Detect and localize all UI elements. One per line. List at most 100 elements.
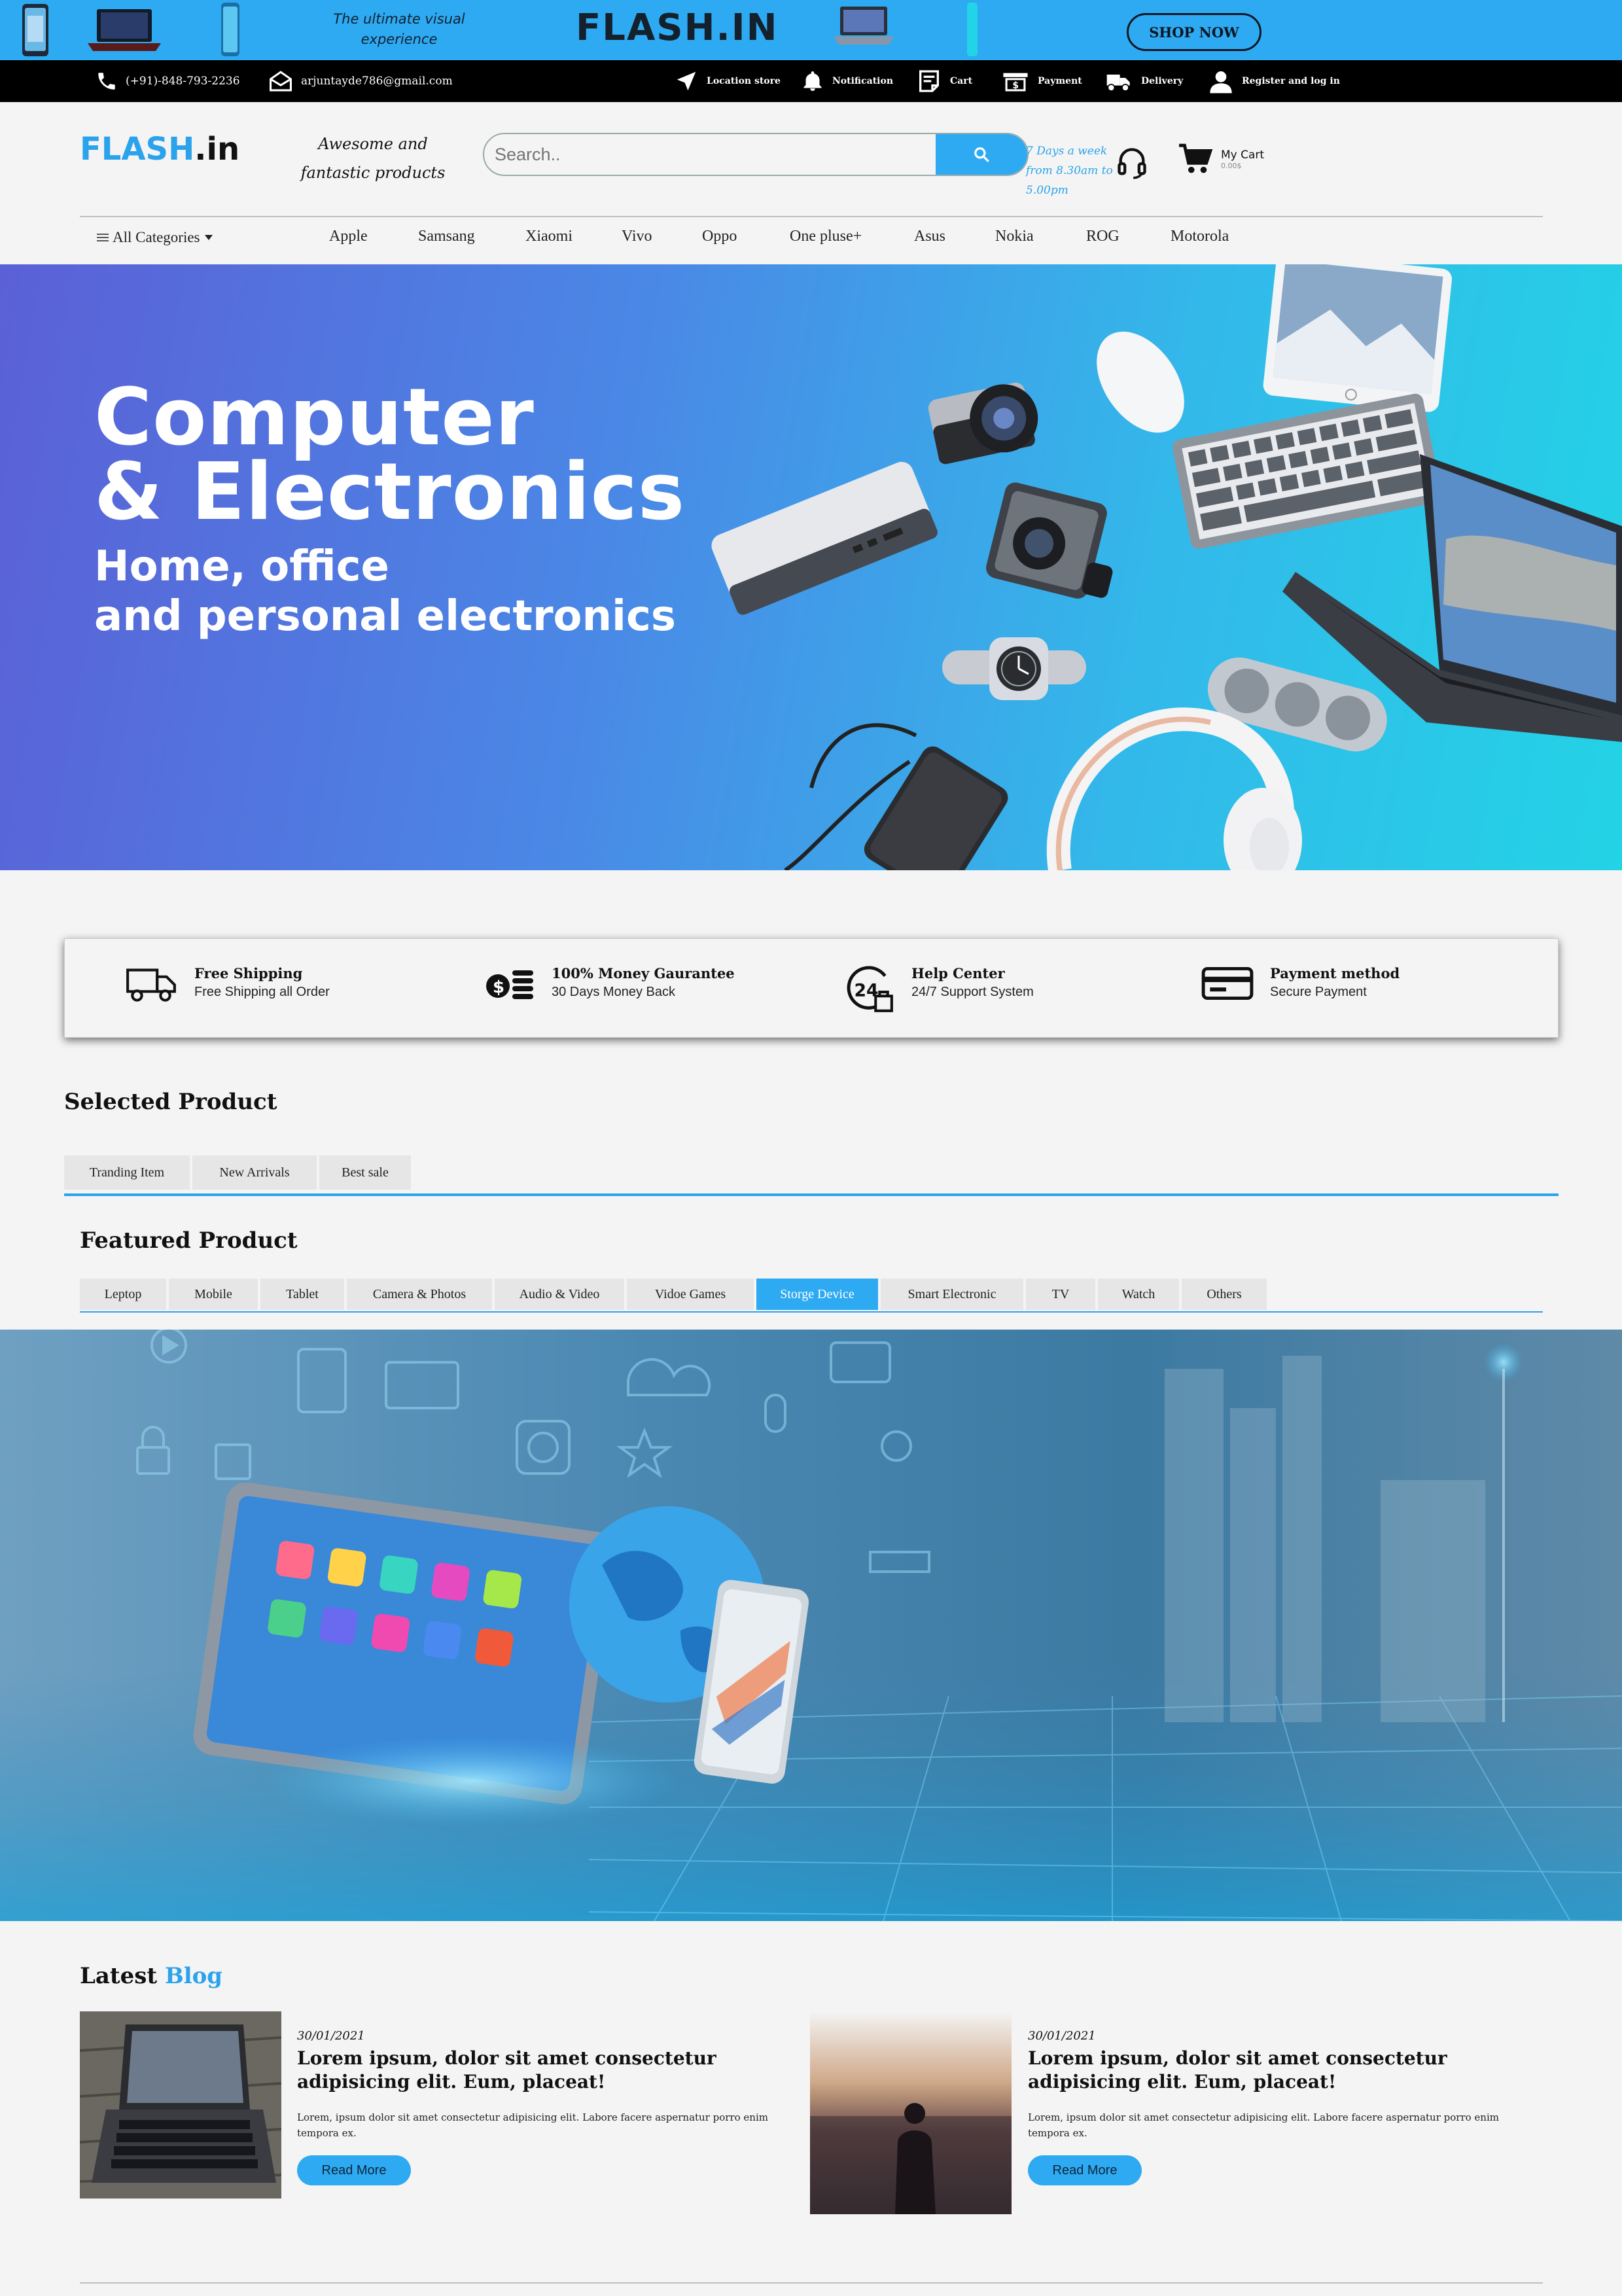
- laptop-thumbnail: [834, 7, 894, 44]
- smartwatch-image: [942, 637, 1086, 700]
- tab-others[interactable]: Others: [1182, 1279, 1267, 1310]
- headphones-image: [1046, 707, 1302, 870]
- cart-link[interactable]: Cart: [916, 60, 972, 102]
- keyboard-image: [1172, 393, 1442, 549]
- nav-brand-samsang[interactable]: Samsang: [418, 228, 475, 245]
- blog-title-main: Latest: [80, 1963, 158, 1989]
- payment-icon: $: [1003, 73, 1028, 92]
- nav-brand-one-pluse[interactable]: One pluse+: [790, 228, 862, 245]
- headset-icon[interactable]: [1115, 145, 1149, 179]
- promo-tagline: The ultimate visual experience: [333, 11, 465, 47]
- featured-product-divider: [80, 1311, 1543, 1313]
- notification-link[interactable]: Notification: [801, 60, 893, 102]
- read-more-button[interactable]: Read More: [297, 2155, 411, 2185]
- nav-brand-asus[interactable]: Asus: [914, 228, 945, 245]
- featured-product-title: Featured Product: [80, 1227, 298, 1254]
- phone-number: (+91)-848-793-2236: [126, 75, 240, 88]
- cart-amount: 0.00$: [1221, 161, 1242, 170]
- delivery-icon: [1106, 75, 1130, 92]
- tab-tv[interactable]: TV: [1026, 1279, 1095, 1310]
- payment-label: Payment: [1038, 76, 1082, 86]
- note-icon: [919, 70, 939, 92]
- my-cart[interactable]: My Cart 0.00$: [1178, 143, 1264, 175]
- caret-down-icon: [204, 235, 213, 240]
- mini-pc-image: [711, 461, 938, 615]
- logo-main: FLASH: [80, 131, 195, 168]
- action-camera-image: [986, 482, 1113, 599]
- search-button[interactable]: [936, 134, 1027, 175]
- nav-brand-vivo[interactable]: Vivo: [622, 228, 652, 245]
- shop-now-button[interactable]: SHOP NOW: [1127, 13, 1261, 51]
- tab-smart-electronic[interactable]: Smart Electronic: [881, 1279, 1023, 1310]
- feature-subtitle: Free Shipping all Order: [194, 985, 330, 999]
- search-icon: [974, 147, 989, 162]
- svg-text:$: $: [493, 978, 504, 997]
- search-input[interactable]: [484, 134, 936, 175]
- feature-free-shipping: Free Shipping Free Shipping all Order: [125, 963, 330, 1004]
- tab-storage-device[interactable]: Storge Device: [756, 1279, 878, 1310]
- tab-tablet[interactable]: Tablet: [260, 1279, 344, 1310]
- storage-device-banner: [0, 1330, 1622, 1921]
- truck-icon: [126, 968, 176, 1002]
- nav-brand-oppo[interactable]: Oppo: [702, 228, 737, 245]
- blog-post-heading[interactable]: Lorem ipsum, dolor sit amet consectetur …: [297, 2047, 794, 2094]
- tab-trending-item[interactable]: Tranding Item: [64, 1156, 190, 1190]
- selected-product-title: Selected Product: [64, 1089, 277, 1115]
- feature-payment-method: Payment method Secure Payment: [1201, 963, 1400, 1004]
- tab-leptop[interactable]: Leptop: [80, 1279, 166, 1310]
- promo-logo: FLASH.IN: [576, 7, 779, 49]
- delivery-link[interactable]: Delivery: [1104, 60, 1183, 102]
- envelope-icon: [270, 71, 292, 92]
- tab-best-sale[interactable]: Best sale: [319, 1156, 411, 1190]
- hero-subtitle: Home, office and personal electronics: [94, 542, 676, 641]
- feature-subtitle: 30 Days Money Back: [552, 985, 675, 999]
- nav-brand-motorola[interactable]: Motorola: [1171, 228, 1229, 245]
- tab-video-games[interactable]: Vidoe Games: [627, 1279, 754, 1310]
- nav-brand-xiaomi[interactable]: Xiaomi: [525, 228, 573, 245]
- blog-post-sunset-image[interactable]: [810, 2011, 1012, 2214]
- nav-brand-nokia[interactable]: Nokia: [995, 228, 1034, 245]
- menu-icon: [97, 234, 109, 241]
- tab-mobile[interactable]: Mobile: [169, 1279, 258, 1310]
- nav-brand-rog[interactable]: ROG: [1086, 228, 1120, 245]
- hero-title-line1: Computer: [94, 372, 535, 463]
- feature-money-guarantee: $ 100% Money Gaurantee 30 Days Money Bac…: [484, 963, 735, 1004]
- all-categories-dropdown[interactable]: All Categories: [97, 229, 213, 246]
- email-address: arjuntayde786@gmail.com: [301, 75, 453, 88]
- cart-label: My Cart: [1221, 148, 1265, 162]
- tab-audio-video[interactable]: Audio & Video: [495, 1279, 624, 1310]
- hero-banner: Computer & Electronics Home, office and …: [0, 264, 1622, 870]
- header-divider: [80, 216, 1543, 217]
- tablet-image: [1263, 264, 1453, 412]
- feature-title: 100% Money Gaurantee: [552, 965, 735, 981]
- payment-link[interactable]: $ Payment: [1001, 60, 1082, 102]
- location-store-link[interactable]: Location store: [674, 60, 781, 102]
- feature-title: Free Shipping: [194, 965, 303, 981]
- tab-watch[interactable]: Watch: [1098, 1279, 1179, 1310]
- tab-new-arrivals[interactable]: New Arrivals: [192, 1156, 317, 1190]
- latest-blog-title: Latest Blog: [80, 1963, 222, 1989]
- digital-devices-artwork: [0, 1330, 1622, 1921]
- phone-thumbnail: [221, 3, 239, 56]
- nav-brand-apple[interactable]: Apple: [329, 228, 368, 245]
- delivery-label: Delivery: [1141, 76, 1184, 86]
- blog-post-heading[interactable]: Lorem ipsum, dolor sit amet consectetur …: [1028, 2047, 1525, 2094]
- blog-title-accent: Blog: [164, 1963, 223, 1989]
- register-login-link[interactable]: Register and log in: [1208, 60, 1340, 102]
- tab-camera-photos[interactable]: Camera & Photos: [347, 1279, 492, 1310]
- feature-help-center: 24 Help Center 24/7 Support System: [842, 963, 1034, 1016]
- support-24-icon: 24: [847, 966, 893, 1012]
- read-more-button[interactable]: Read More: [1028, 2155, 1142, 2185]
- selected-product-divider: [64, 1193, 1559, 1196]
- camera-image: [928, 382, 1038, 465]
- blog-post-laptop-image[interactable]: [80, 2011, 281, 2199]
- feature-subtitle: 24/7 Support System: [911, 985, 1034, 999]
- feature-title: Help Center: [911, 965, 1005, 981]
- email-contact[interactable]: arjuntayde786@gmail.com: [268, 60, 453, 102]
- phone-contact[interactable]: (+91)-848-793-2236: [96, 60, 240, 102]
- header-tagline: Awesome and fantastic products: [300, 135, 446, 182]
- card-icon: [1201, 966, 1254, 1000]
- register-login-label: Register and log in: [1242, 76, 1340, 86]
- location-store-label: Location store: [707, 76, 781, 86]
- site-logo[interactable]: FLASH.in: [80, 131, 239, 168]
